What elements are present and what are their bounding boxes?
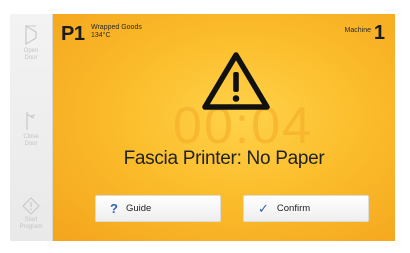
help-icon: ?	[110, 201, 118, 216]
alert-message: Fascia Printer: No Paper	[123, 148, 325, 169]
sidebar: Open Door Close Door Start Program	[10, 14, 53, 241]
close-door-label: Close Door	[23, 134, 39, 147]
open-door-button[interactable]: Open Door	[10, 24, 52, 62]
start-program-button[interactable]: Start Program	[10, 197, 52, 231]
guide-label: Guide	[125, 203, 152, 214]
main-panel: P1 Wrapped Goods 134°C Machine 1 00:04 F…	[53, 14, 395, 241]
start-program-icon	[22, 197, 40, 215]
confirm-button[interactable]: ✓ Confirm	[243, 195, 369, 222]
program-id: P1	[61, 23, 85, 45]
open-door-icon	[25, 24, 37, 46]
machine-label: Machine	[344, 27, 371, 34]
warning-icon	[202, 52, 270, 110]
machine-screen: Open Door Close Door Start Program P1 Wr…	[10, 14, 395, 241]
start-program-label: Start Program	[19, 217, 43, 230]
close-door-button[interactable]: Close Door	[10, 110, 52, 148]
guide-button[interactable]: ? Guide	[95, 195, 221, 222]
close-door-icon	[26, 112, 35, 130]
program-temperature: 134°C	[91, 32, 111, 39]
check-icon: ✓	[258, 201, 269, 216]
program-info: Wrapped Goods 134°C	[91, 24, 142, 40]
open-door-label: Open Door	[23, 48, 39, 61]
machine-number: 1	[373, 22, 385, 44]
confirm-label: Confirm	[276, 203, 311, 214]
program-name: Wrapped Goods	[91, 24, 142, 31]
